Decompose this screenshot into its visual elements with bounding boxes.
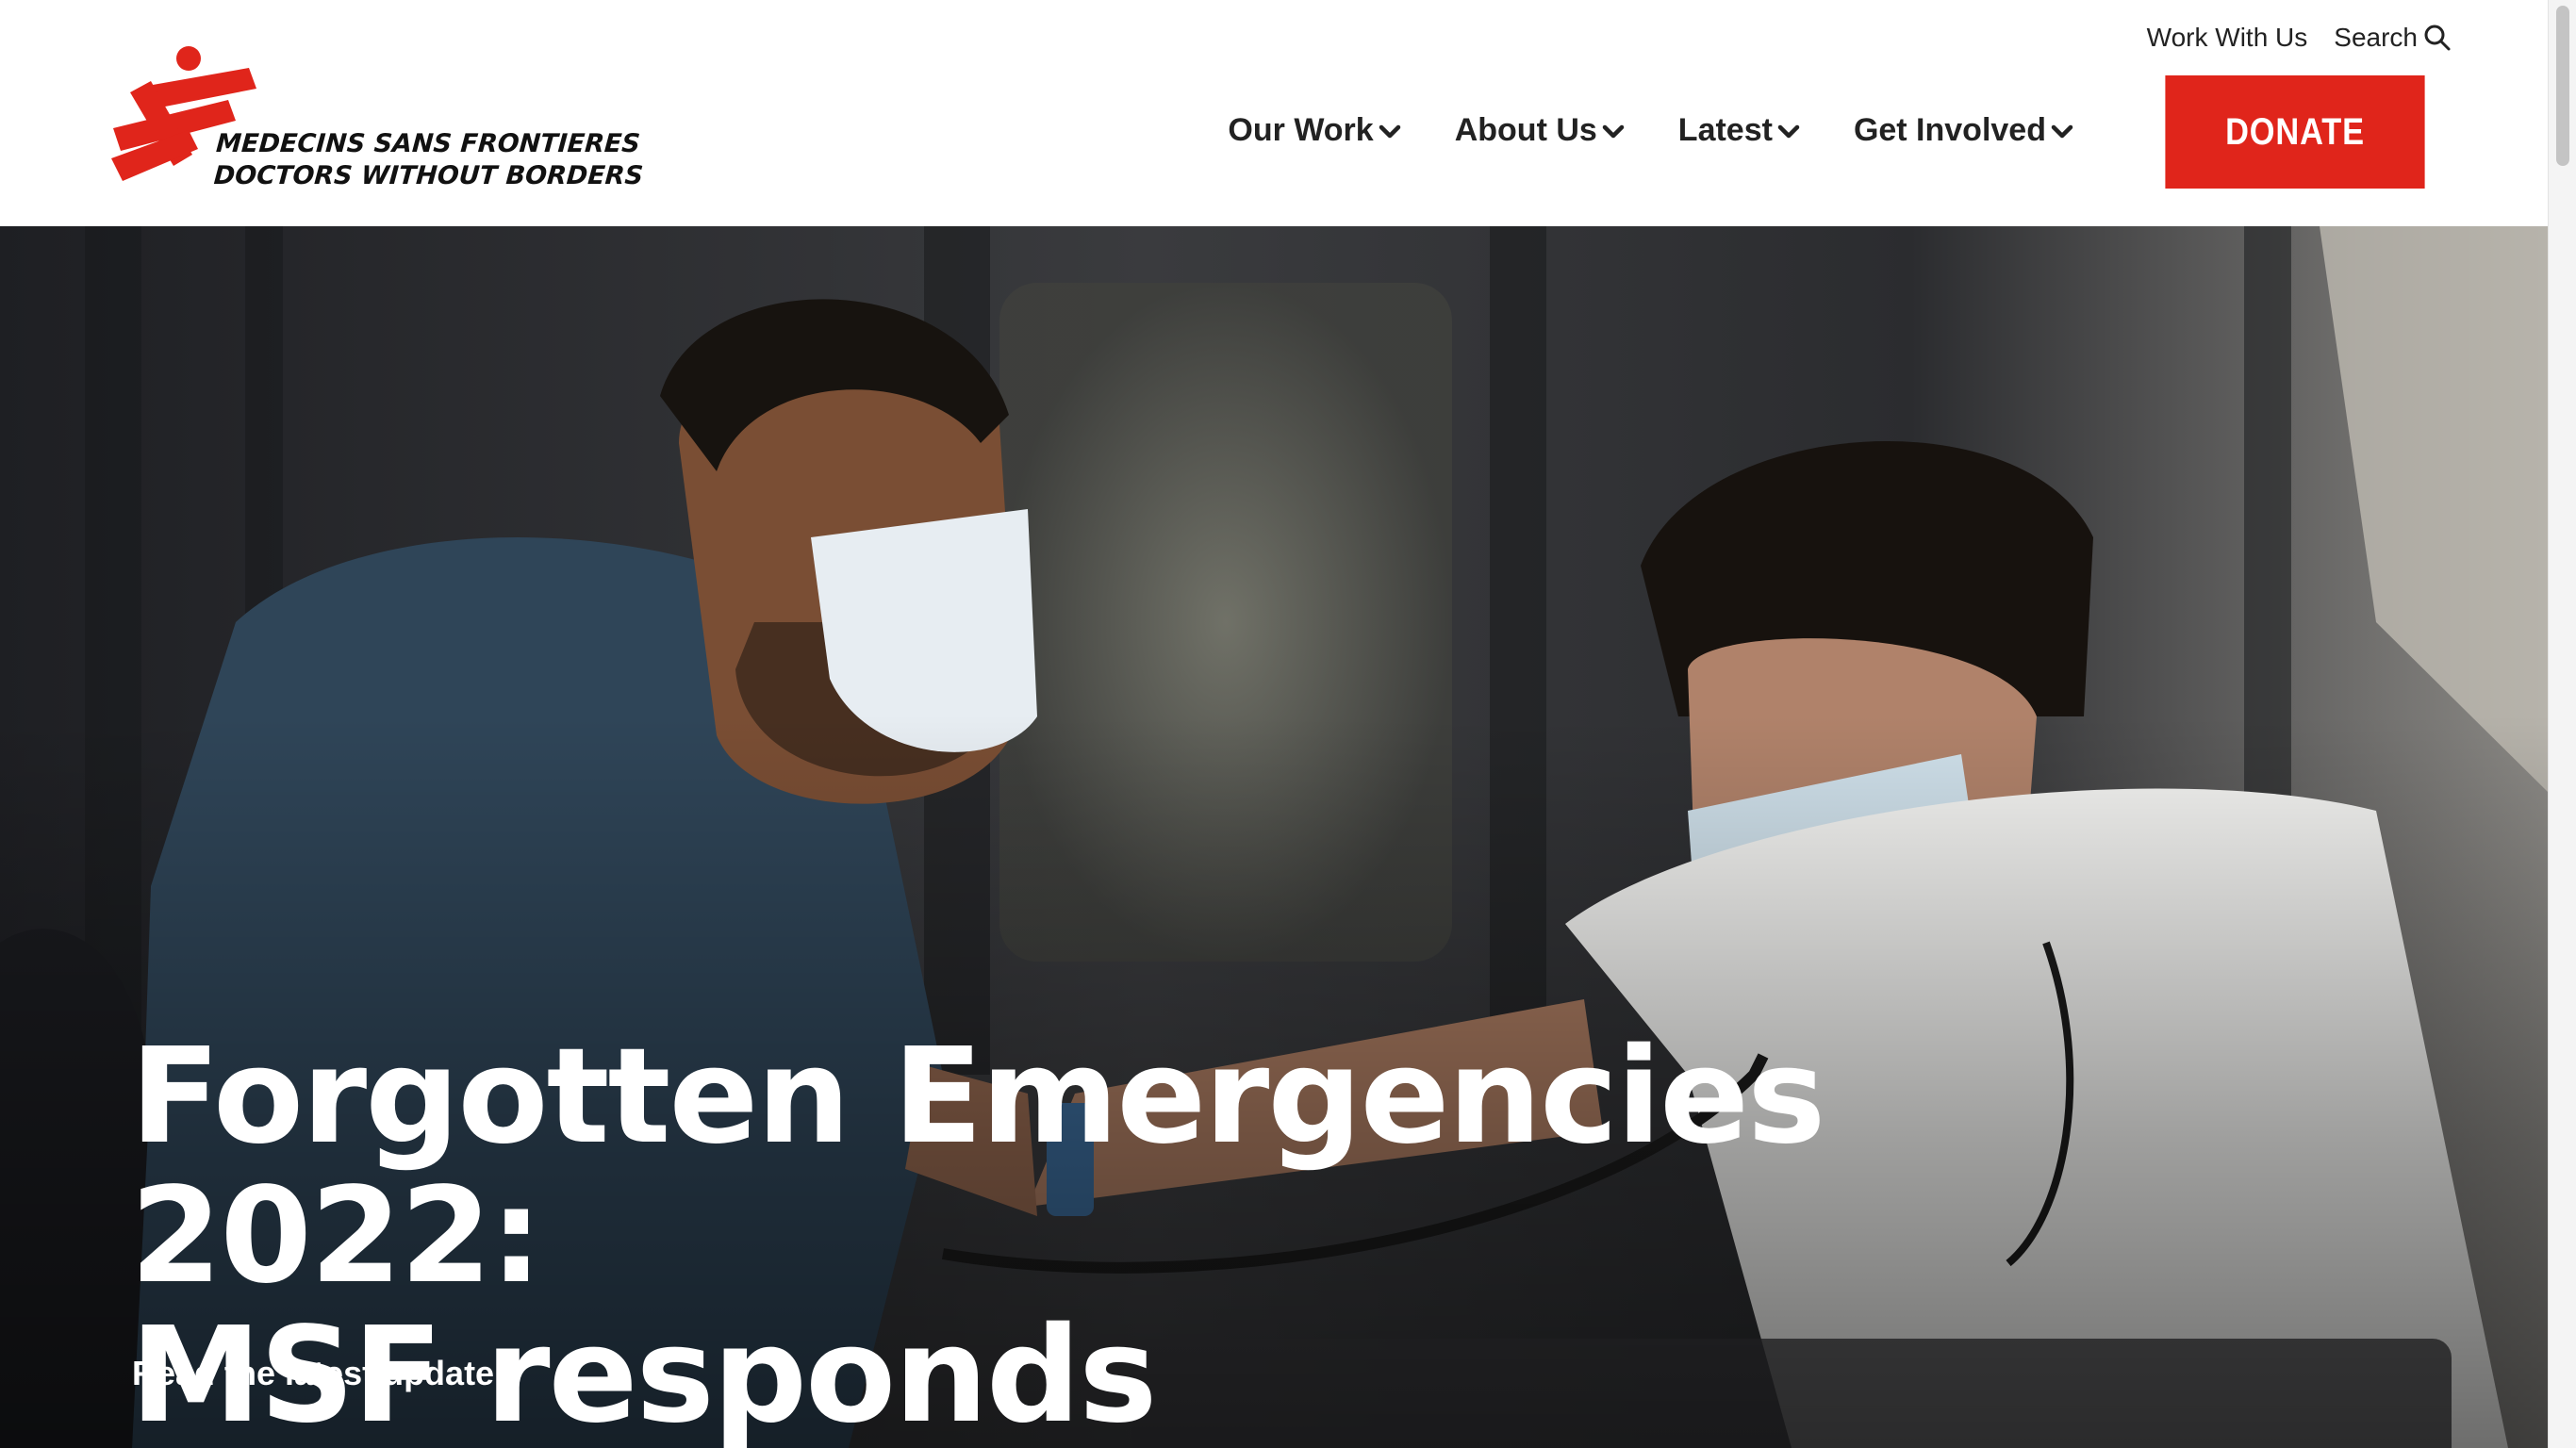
nav-about-us[interactable]: About Us <box>1455 112 1626 149</box>
read-latest-update-label: Read the latest update <box>132 1354 495 1392</box>
search-label: Search <box>2334 23 2418 52</box>
nav-our-work-label: Our Work <box>1228 111 1374 148</box>
chevron-down-icon <box>1379 124 1400 139</box>
site-header: MEDECINS SANS FRONTIERES DOCTORS WITHOUT… <box>0 0 2548 226</box>
hero-banner: Forgotten Emergencies 2022: MSF responds… <box>0 226 2548 1448</box>
search-icon <box>2424 25 2451 51</box>
scrollbar-thumb[interactable] <box>2556 6 2569 166</box>
hero-title-line-1: Forgotten Emergencies 2022: <box>130 1020 1825 1313</box>
nav-latest-label: Latest <box>1677 111 1773 148</box>
nav-get-involved[interactable]: Get Involved <box>1854 112 2074 149</box>
main-nav: Our Work About Us Latest Get Involved <box>1228 106 2074 155</box>
chevron-down-icon <box>1777 124 1800 139</box>
search-link[interactable]: Search <box>2334 23 2452 53</box>
logo-line-1: MEDECINS SANS FRONTIERES <box>215 129 641 158</box>
nav-latest[interactable]: Latest <box>1678 112 1801 149</box>
chevron-down-icon <box>1602 124 1625 139</box>
nav-about-us-label: About Us <box>1454 111 1597 148</box>
page-scrollbar[interactable] <box>2548 0 2576 1448</box>
donate-button[interactable]: DONATE <box>2165 75 2425 189</box>
nav-get-involved-label: Get Involved <box>1853 111 2046 148</box>
msf-logo[interactable]: MEDECINS SANS FRONTIERES DOCTORS WITHOUT… <box>94 34 644 194</box>
chevron-right-icon <box>500 1362 514 1385</box>
logo-wordmark: MEDECINS SANS FRONTIERES DOCTORS WITHOUT… <box>212 128 645 192</box>
chevron-down-icon <box>2051 124 2073 139</box>
read-latest-update-link[interactable]: Read the latest update <box>132 1354 517 1393</box>
utility-nav: Work With Us Search <box>2147 17 2452 58</box>
logo-line-2: DOCTORS WITHOUT BORDERS <box>212 161 645 190</box>
nav-our-work[interactable]: Our Work <box>1228 112 1401 149</box>
work-with-us-link[interactable]: Work With Us <box>2147 23 2308 53</box>
